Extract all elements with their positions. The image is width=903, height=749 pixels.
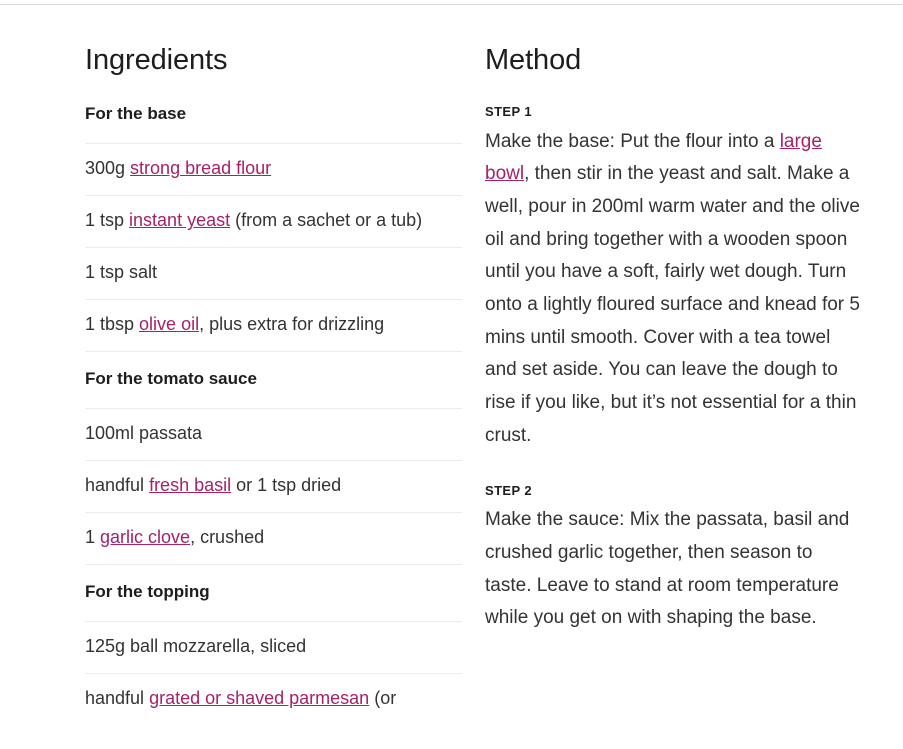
recipe-page: Ingredients For the base 300g strong brea… xyxy=(0,0,903,749)
ingredient-link[interactable]: strong bread flour xyxy=(130,158,271,178)
ingredient-text-tail: or 1 tsp dried xyxy=(231,474,342,495)
step-label: STEP 2 xyxy=(485,483,532,499)
method-column: Method STEP 1 Make the base: Put the flou… xyxy=(485,44,863,635)
ingredient-item: 100ml passata xyxy=(85,408,462,460)
ingredient-link[interactable]: garlic clove xyxy=(100,527,190,547)
ingredient-text: 1 xyxy=(85,526,101,547)
ingredient-item: handful grated or shaved parmesan (or xyxy=(85,672,462,725)
step-body: Make the base: Put the flour into a larg… xyxy=(485,126,863,453)
ingredient-group-heading: For the topping xyxy=(85,581,210,601)
ingredient-group: For the topping 125g ball mozzarella, sli… xyxy=(85,565,462,725)
ingredient-text: handful xyxy=(85,474,150,495)
ingredient-text: 1 tsp salt xyxy=(85,262,158,283)
ingredient-item: 1 tsp instant yeast (from a sachet or a … xyxy=(85,195,462,247)
ingredients-column: Ingredients For the base 300g strong brea… xyxy=(85,44,462,725)
top-divider xyxy=(0,4,903,5)
ingredient-item: handful fresh basil or 1 tsp dried xyxy=(85,459,462,512)
method-steps: STEP 1 Make the base: Put the flour into … xyxy=(485,103,863,635)
ingredient-text: 125g ball mozzarella, sliced xyxy=(85,635,307,656)
ingredient-item: 1 tbsp olive oil, plus extra for drizzli… xyxy=(85,299,462,352)
ingredient-text-tail: , plus extra for drizzling xyxy=(199,314,385,335)
ingredient-text: handful xyxy=(85,687,150,708)
step-label: STEP 1 xyxy=(485,104,532,120)
ingredient-text-tail: , crushed xyxy=(190,526,265,547)
ingredient-link[interactable]: fresh basil xyxy=(149,475,231,495)
method-step: STEP 2 Make the sauce: Mix the passata, b… xyxy=(485,482,863,635)
ingredient-text: 300g xyxy=(85,158,131,179)
method-step: STEP 1 Make the base: Put the flour into … xyxy=(485,103,863,452)
ingredients-heading: Ingredients xyxy=(85,44,228,76)
ingredient-group-heading: For the tomato sauce xyxy=(85,369,257,388)
ingredient-list: 300g strong bread flour 1 tsp instant yea… xyxy=(85,143,462,352)
ingredient-text: 1 tbsp xyxy=(85,314,140,335)
ingredient-text: 100ml passata xyxy=(85,423,203,444)
method-heading: Method xyxy=(485,44,582,76)
ingredient-group: For the base 300g strong bread flour 1 tsp… xyxy=(85,103,462,352)
ingredient-link[interactable]: grated or shaved parmesan xyxy=(149,688,369,708)
ingredient-item: 125g ball mozzarella, sliced xyxy=(85,620,462,673)
ingredient-text: 1 tsp xyxy=(85,210,130,231)
ingredient-item: 1 garlic clove, crushed xyxy=(85,511,462,565)
step-text: Make the sauce: Mix the passata, basil a… xyxy=(485,509,850,629)
ingredient-list: 125g ball mozzarella, sliced handful grat… xyxy=(85,620,462,725)
ingredient-group-heading: For the base xyxy=(85,104,187,124)
step-body: Make the sauce: Mix the passata, basil a… xyxy=(485,504,863,635)
ingredient-item: 300g strong bread flour xyxy=(85,143,462,195)
ingredient-item: 1 tsp salt xyxy=(85,247,462,299)
ingredient-text-tail: (or xyxy=(369,687,397,708)
ingredients-groups: For the base 300g strong bread flour 1 tsp… xyxy=(85,103,462,724)
step-text: Make the base: Put the flour into a xyxy=(485,130,780,152)
ingredient-text-tail: (from a sachet or a tub) xyxy=(230,210,423,231)
ingredient-link[interactable]: instant yeast xyxy=(129,210,230,230)
step-text-tail: , then stir in the yeast and salt. Make … xyxy=(485,163,860,446)
ingredient-link[interactable]: olive oil xyxy=(139,314,199,334)
ingredient-group: For the tomato sauce 100ml passata handful… xyxy=(85,352,462,565)
ingredient-list: 100ml passata handful fresh basil or 1 ts… xyxy=(85,408,462,565)
